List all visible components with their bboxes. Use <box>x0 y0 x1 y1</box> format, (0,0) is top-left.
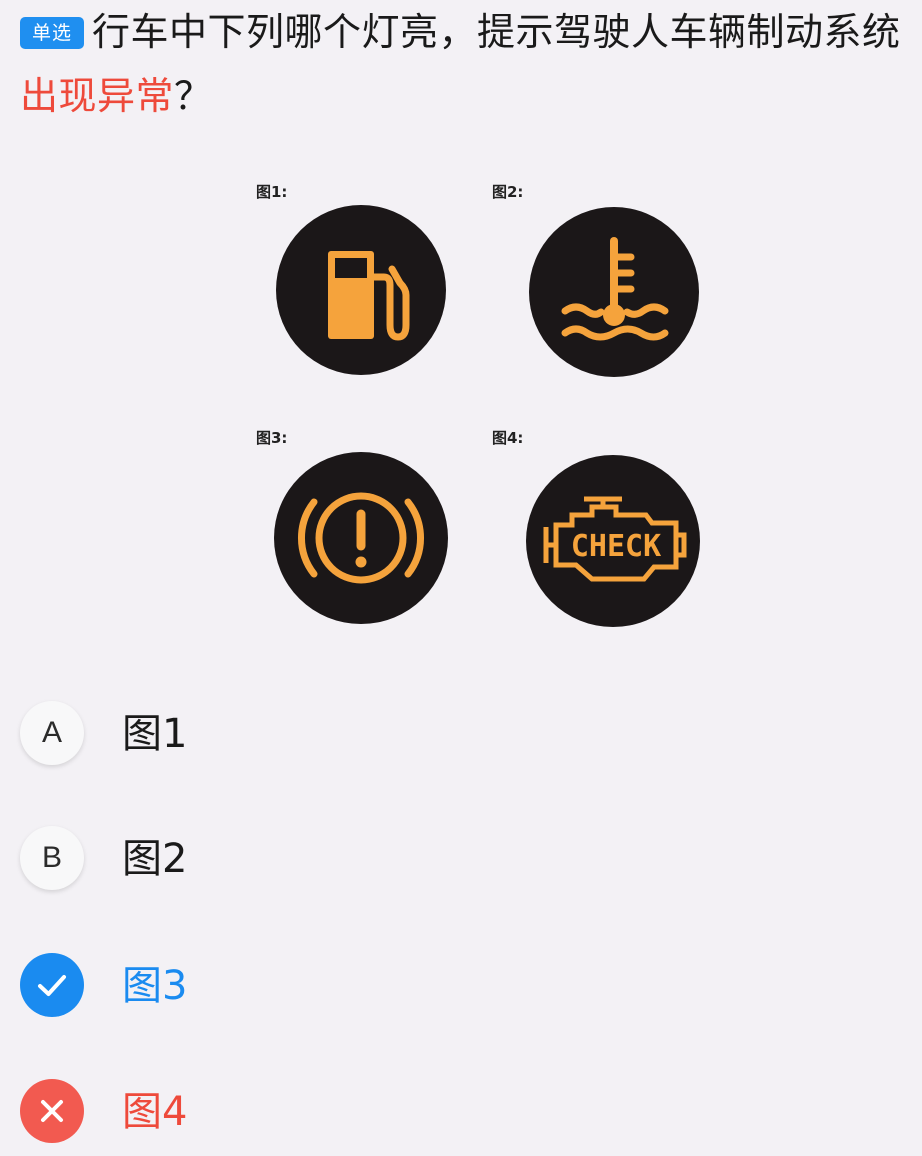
lamp-coolant <box>529 207 699 377</box>
option-b-key: B <box>20 826 84 890</box>
option-d[interactable]: 图4 <box>20 1079 420 1145</box>
close-icon <box>41 1100 63 1122</box>
option-c[interactable]: 图3 <box>20 953 420 1019</box>
check-icon <box>38 975 66 996</box>
figure-label-2: 图2: <box>492 183 524 201</box>
fuel-gauge-icon <box>328 251 410 341</box>
question-figure: 图1: 图2: 图3: 图4: CHECK <box>248 175 718 645</box>
option-d-wrong-marker <box>20 1079 84 1143</box>
question-text: 单选 行车中下列哪个灯亮，提示驾驶人车辆制动系统出现异常？ <box>20 0 915 128</box>
option-c-correct-marker <box>20 953 84 1017</box>
lamp-check-engine: CHECK <box>526 455 700 627</box>
brake-warning-icon <box>298 492 424 584</box>
option-b[interactable]: B 图2 <box>20 826 420 892</box>
check-engine-icon: CHECK <box>543 496 687 582</box>
question-text-end: ？ <box>174 74 213 118</box>
option-d-label: 图4 <box>122 1089 188 1135</box>
question-type-badge: 单选 <box>20 17 85 49</box>
option-a-label: 图1 <box>122 711 188 757</box>
check-engine-text: CHECK <box>571 529 661 564</box>
coolant-temperature-icon <box>561 237 669 341</box>
figure-label-1: 图1: <box>256 183 288 201</box>
option-b-label: 图2 <box>122 836 188 882</box>
option-a-key: A <box>20 701 84 765</box>
figure-label-3: 图3: <box>256 429 288 447</box>
question-text-main: 行车中下列哪个灯亮，提示驾驶人车辆制动系统 <box>92 10 901 54</box>
lamp-brake <box>274 452 448 624</box>
option-c-label: 图3 <box>122 963 188 1009</box>
lamp-fuel <box>276 205 446 375</box>
figure-label-4: 图4: <box>492 429 524 447</box>
option-a[interactable]: A 图1 <box>20 701 420 767</box>
question-text-highlight: 出现异常 <box>20 74 175 118</box>
